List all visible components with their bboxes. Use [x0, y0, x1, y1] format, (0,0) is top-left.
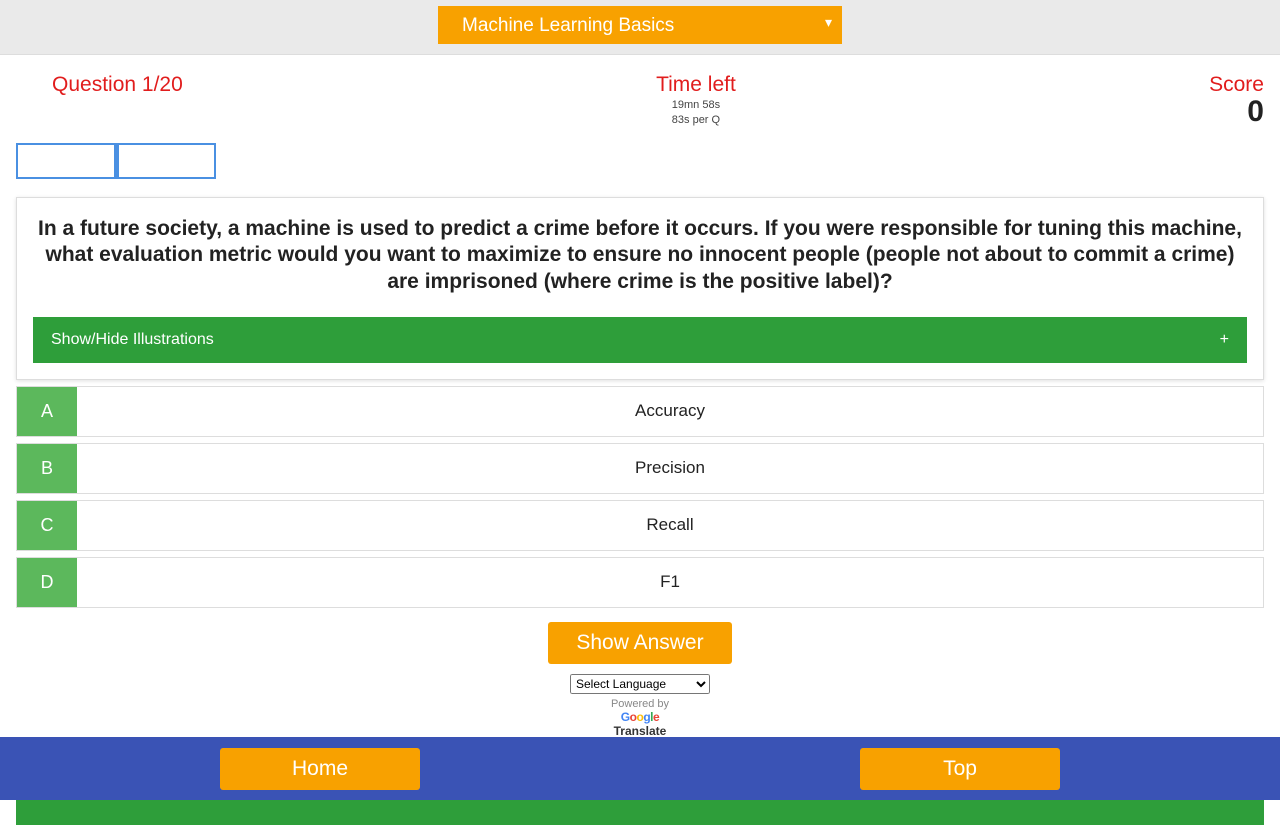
question-counter-block: Question 1/20 — [52, 73, 183, 97]
question-card: In a future society, a machine is used t… — [16, 197, 1264, 380]
bottom-bar: Home Top — [0, 737, 1280, 800]
answer-text: F1 — [77, 558, 1263, 607]
answer-letter: B — [17, 444, 77, 493]
meta-row: Question 1/20 Time left 19mn 58s 83s per… — [0, 55, 1280, 143]
language-select[interactable]: Select Language — [570, 674, 710, 694]
answer-letter: C — [17, 501, 77, 550]
progress-bar — [16, 143, 216, 179]
timer-per-q: 83s per Q — [656, 114, 736, 127]
plus-icon: + — [1220, 331, 1229, 349]
answer-option-b[interactable]: B Precision — [16, 443, 1264, 494]
powered-by-label: Powered by — [0, 698, 1280, 710]
language-widget: Select Language Powered by Google Transl… — [0, 674, 1280, 738]
timer-block: Time left 19mn 58s 83s per Q — [656, 73, 736, 127]
answer-letter: D — [17, 558, 77, 607]
top-button[interactable]: Top — [860, 748, 1060, 790]
google-logo: Google — [0, 710, 1280, 724]
answer-option-c[interactable]: C Recall — [16, 500, 1264, 551]
show-answer-wrap: Show Answer — [0, 622, 1280, 664]
score-title: Score — [1209, 73, 1264, 97]
timer-remaining: 19mn 58s — [656, 99, 736, 112]
topic-select-wrap: Machine Learning Basics — [438, 6, 842, 44]
home-button[interactable]: Home — [220, 748, 420, 790]
translate-label: Translate — [0, 724, 1280, 738]
topic-select[interactable]: Machine Learning Basics — [438, 6, 842, 44]
answer-text: Recall — [77, 501, 1263, 550]
answer-text: Precision — [77, 444, 1263, 493]
answer-text: Accuracy — [77, 387, 1263, 436]
timer-title: Time left — [656, 73, 736, 97]
answer-letter: A — [17, 387, 77, 436]
top-bar: Machine Learning Basics — [0, 0, 1280, 55]
score-value: 0 — [1209, 95, 1264, 129]
progress-seg-2 — [119, 145, 215, 177]
question-text: In a future society, a machine is used t… — [17, 198, 1263, 309]
progress-seg-1 — [18, 145, 119, 177]
illustrations-toggle[interactable]: Show/Hide Illustrations + — [33, 317, 1247, 363]
illustrations-label: Show/Hide Illustrations — [51, 331, 214, 349]
show-answer-button[interactable]: Show Answer — [548, 622, 731, 664]
answer-option-d[interactable]: D F1 — [16, 557, 1264, 608]
score-block: Score 0 — [1209, 73, 1264, 129]
question-counter: Question 1/20 — [52, 73, 183, 97]
answer-option-a[interactable]: A Accuracy — [16, 386, 1264, 437]
answers-list: A Accuracy B Precision C Recall D F1 — [16, 386, 1264, 608]
